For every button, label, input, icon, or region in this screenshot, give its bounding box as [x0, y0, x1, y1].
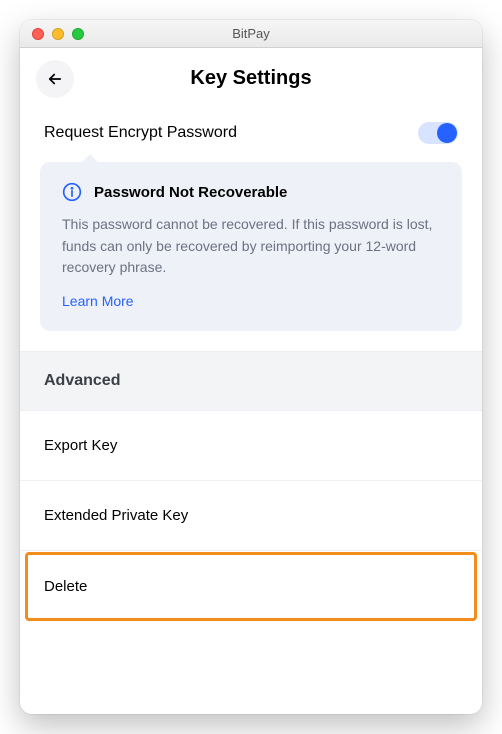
close-window-button[interactable]: [32, 28, 44, 40]
extended-private-key-label: Extended Private Key: [44, 507, 188, 524]
content-area: Key Settings Request Encrypt Password Pa…: [20, 48, 482, 714]
info-card-title: Password Not Recoverable: [94, 184, 287, 201]
info-card-header: Password Not Recoverable: [62, 182, 440, 202]
fullscreen-window-button[interactable]: [72, 28, 84, 40]
info-card-container: Password Not Recoverable This password c…: [20, 162, 482, 351]
info-card-body: This password cannot be recovered. If th…: [62, 214, 440, 279]
app-window: BitPay Key Settings Request Encrypt Pass…: [20, 20, 482, 714]
info-icon: [62, 182, 82, 202]
extended-private-key-item[interactable]: Extended Private Key: [20, 481, 482, 551]
back-button[interactable]: [36, 60, 74, 98]
minimize-window-button[interactable]: [52, 28, 64, 40]
export-key-item[interactable]: Export Key: [20, 411, 482, 481]
toggle-knob: [437, 123, 457, 143]
page-title: Key Settings: [190, 67, 311, 90]
page-header: Key Settings: [20, 48, 482, 108]
info-card: Password Not Recoverable This password c…: [40, 162, 462, 331]
titlebar: BitPay: [20, 20, 482, 48]
delete-label: Delete: [44, 578, 87, 595]
info-card-pointer: [80, 154, 100, 164]
arrow-left-icon: [46, 70, 64, 88]
export-key-label: Export Key: [44, 437, 117, 454]
traffic-lights: [20, 28, 84, 40]
learn-more-link[interactable]: Learn More: [62, 293, 440, 309]
delete-item[interactable]: Delete: [26, 553, 476, 620]
encrypt-password-label: Request Encrypt Password: [44, 124, 237, 142]
advanced-section-header: Advanced: [20, 351, 482, 411]
window-title: BitPay: [20, 26, 482, 41]
encrypt-password-toggle[interactable]: [418, 122, 458, 144]
